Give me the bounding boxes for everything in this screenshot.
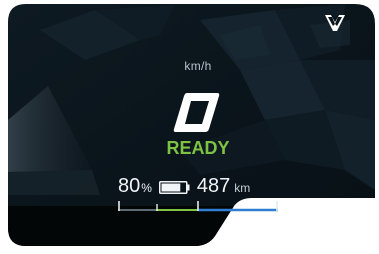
instrument-cluster: km/h 0 READY 80 % 487 km [0,0,379,254]
ready-status: READY [166,138,230,158]
speed-unit-label: km/h [184,59,212,73]
range-value: 487 [196,175,231,197]
cupra-logo-icon [325,15,345,31]
battery-soc-unit: % [141,181,152,195]
battery-fill [161,183,181,191]
battery-range-row: 80 % 487 km [118,175,250,199]
battery-soc-value: 80 [118,175,141,197]
speed-value-text: 0 [173,91,174,92]
range-unit: km [234,181,251,195]
battery-icon [158,180,190,194]
range-scale-bar [118,201,278,212]
speed-value: 0 [173,91,220,132]
